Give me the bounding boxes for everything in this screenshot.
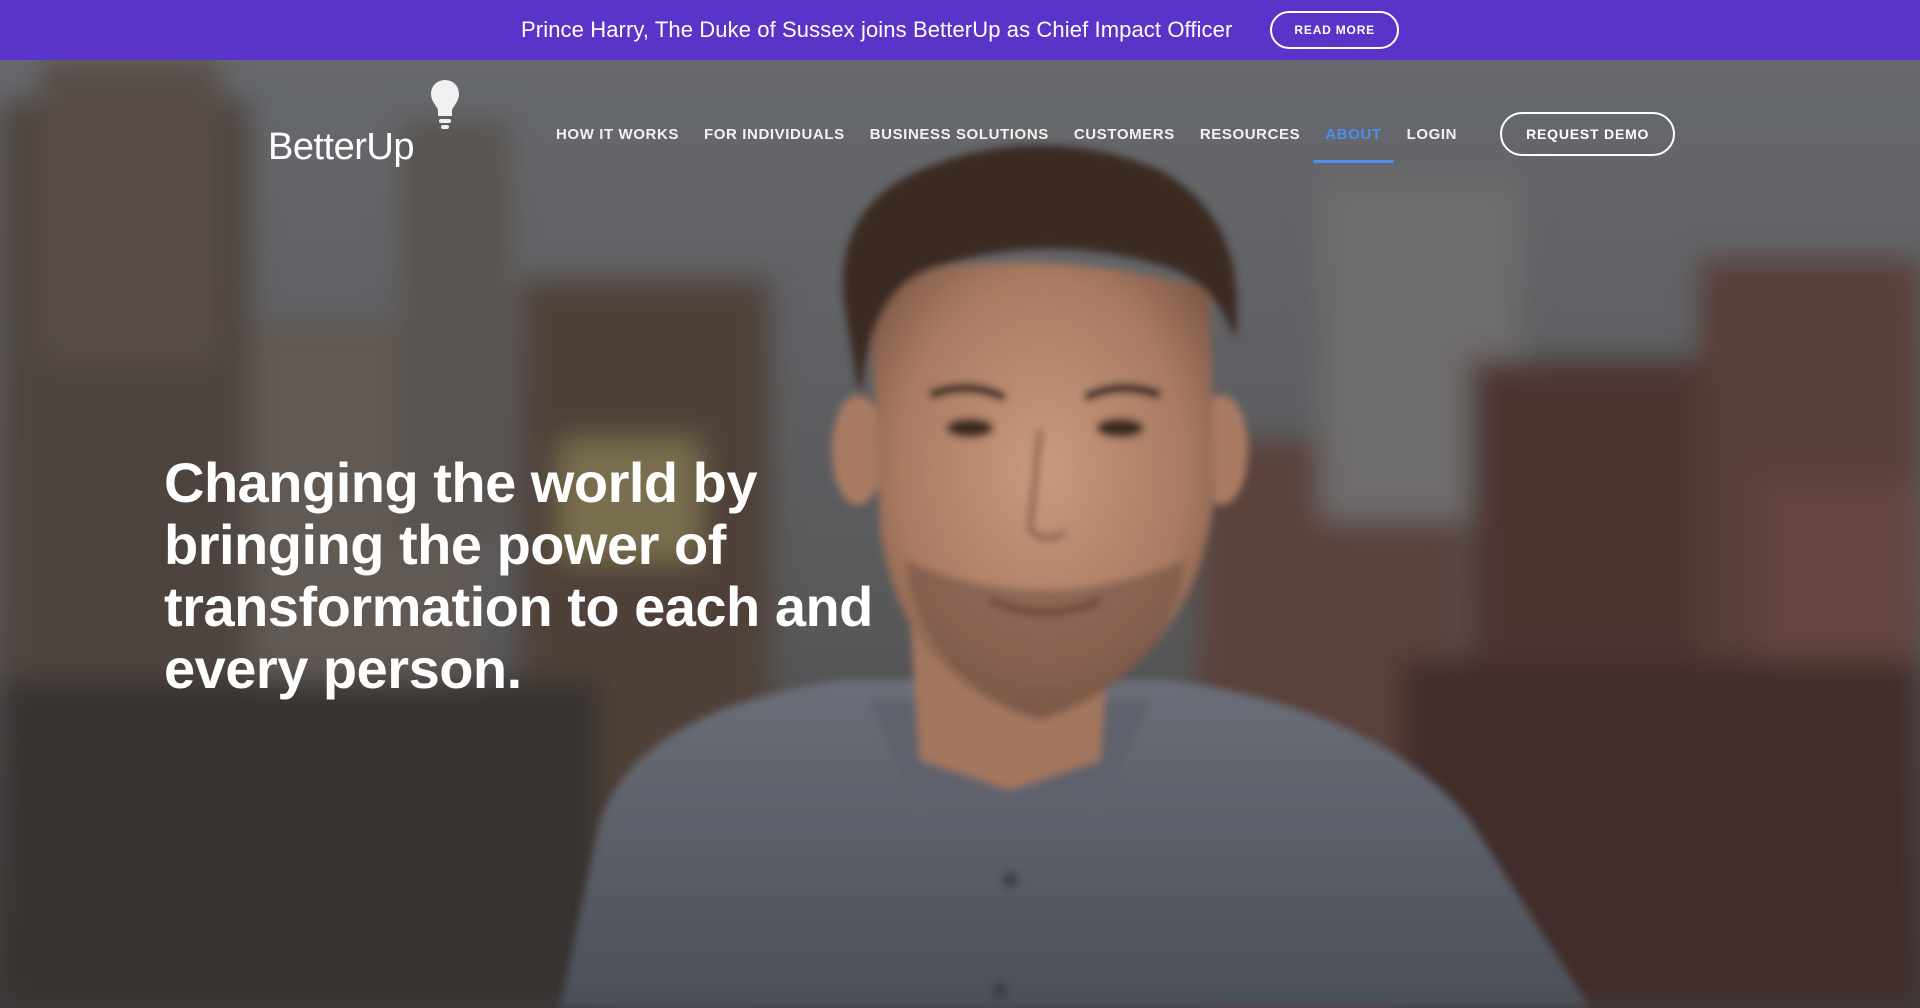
- hero-headline: Changing the world by bringing the power…: [164, 452, 924, 700]
- read-more-button[interactable]: READ MORE: [1270, 11, 1399, 49]
- announcement-text: Prince Harry, The Duke of Sussex joins B…: [521, 17, 1233, 42]
- headline-line: bringing the power of: [164, 513, 726, 576]
- headline-line: Changing the world by: [164, 451, 758, 514]
- nav-login[interactable]: LOGIN: [1407, 120, 1458, 149]
- headline-line: transformation to each and: [164, 575, 873, 638]
- logo-text: BetterUp: [268, 126, 414, 168]
- request-demo-button[interactable]: REQUEST DEMO: [1500, 112, 1676, 156]
- nav-how-it-works[interactable]: HOW IT WORKS: [556, 120, 679, 149]
- betterup-logo[interactable]: BetterUp: [268, 78, 468, 178]
- lightbulb-icon: [428, 78, 462, 135]
- announcement-bar: Prince Harry, The Duke of Sussex joins B…: [0, 0, 1920, 60]
- headline-line: every person.: [164, 637, 522, 700]
- site-header: BetterUp HOW IT WORKS FOR INDIVIDUALS BU…: [0, 60, 1920, 200]
- nav-business-solutions[interactable]: BUSINESS SOLUTIONS: [870, 120, 1049, 149]
- nav-for-individuals[interactable]: FOR INDIVIDUALS: [704, 120, 845, 149]
- nav-customers[interactable]: CUSTOMERS: [1074, 120, 1175, 149]
- nav-resources[interactable]: RESOURCES: [1200, 120, 1300, 149]
- nav-about[interactable]: ABOUT: [1313, 120, 1394, 163]
- main-nav: HOW IT WORKS FOR INDIVIDUALS BUSINESS SO…: [556, 112, 1676, 163]
